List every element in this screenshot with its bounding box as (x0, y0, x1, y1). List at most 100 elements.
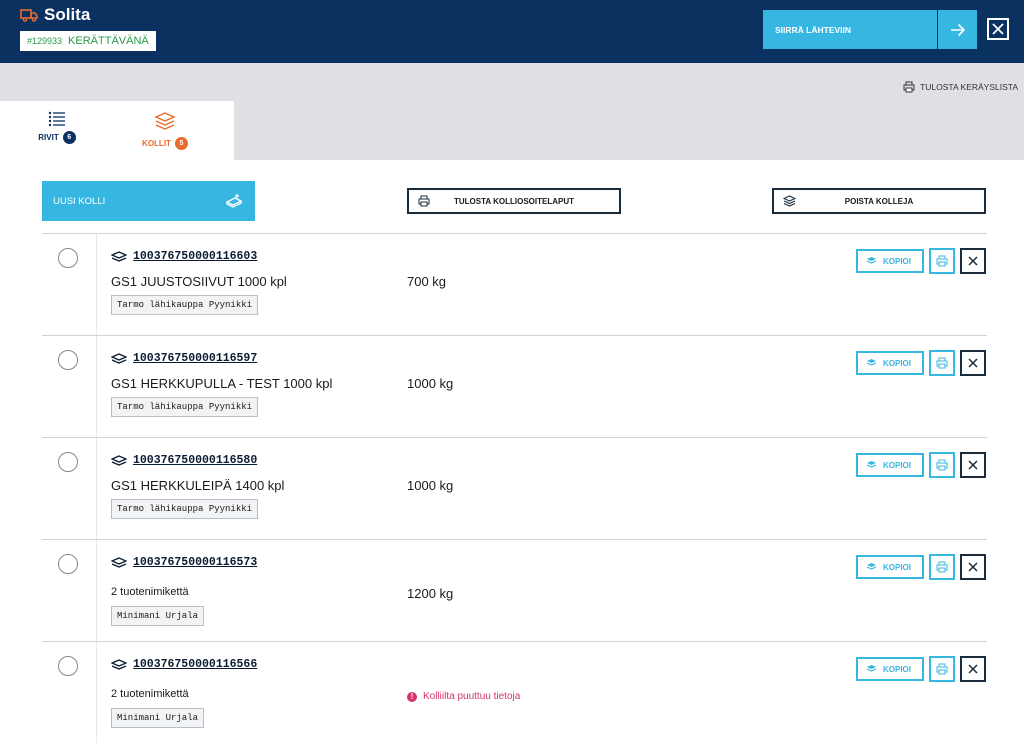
new-package-label: UUSI KOLLI (53, 195, 106, 207)
list-item: 100376750000116573 2 tuotenimikettä Mini… (42, 539, 987, 641)
delete-packages-button[interactable]: POISTA KOLLEJA (772, 188, 986, 214)
delete-button[interactable] (960, 452, 986, 478)
print-button[interactable] (929, 554, 955, 580)
recipient-tag: Minimani Urjala (111, 708, 205, 728)
arrow-right-button[interactable] (938, 10, 977, 49)
print-package-labels-button[interactable]: TULOSTA KOLLIOSOITELAPUT (407, 188, 621, 214)
tab-bar: RIVIT 6 KOLLIT 5 (0, 101, 234, 160)
delete-button[interactable] (960, 350, 986, 376)
print-button[interactable] (929, 248, 955, 274)
delete-button[interactable] (960, 248, 986, 274)
package-icon (111, 658, 127, 670)
delete-button[interactable] (960, 656, 986, 682)
print-package-labels-label: TULOSTA KOLLIOSOITELAPUT (454, 196, 574, 206)
move-to-outgoing-button[interactable]: SIIRRÄ LÄHTEVIIN (763, 10, 937, 49)
list-item: 100376750000116603 GS1 JUUSTOSIIVUT 1000… (42, 233, 987, 335)
product-name: 2 tuotenimikettä (111, 586, 189, 598)
close-button[interactable] (987, 18, 1009, 40)
list-item: 100376750000116597 GS1 HERKKUPULLA - TES… (42, 335, 987, 437)
package-icon (111, 454, 127, 466)
select-radio[interactable] (58, 656, 78, 676)
copy-button[interactable]: KOPIOI (856, 351, 924, 375)
new-package-button[interactable]: UUSI KOLLI (42, 181, 255, 221)
tab-band: TULOSTA KERÄYSLISTA RIVIT 6 KOLLIT 5 (0, 63, 1024, 160)
print-button[interactable] (929, 350, 955, 376)
tab-kollit-label: KOLLIT (142, 139, 171, 148)
brand-name: Solita (44, 5, 91, 24)
printer-icon (936, 663, 948, 675)
tab-kollit[interactable]: KOLLIT 5 (130, 111, 200, 150)
recipient-tag: Tarmo lähikauppa Pyynikki (111, 499, 259, 519)
tab-rivit[interactable]: RIVIT 6 (22, 111, 92, 144)
close-icon (968, 562, 978, 572)
printer-icon (903, 81, 915, 93)
warning-text: Kolliilta puuttuu tietoja (423, 691, 521, 702)
product-name: GS1 JUUSTOSIIVUT 1000 kpl (111, 274, 287, 289)
select-radio[interactable] (58, 554, 78, 574)
copy-label: KOPIOI (883, 358, 912, 368)
close-icon (968, 358, 978, 368)
missing-info-warning: ! Kolliilta puuttuu tietoja (407, 691, 520, 702)
printer-icon (936, 459, 948, 471)
package-weight: 1000 kg (407, 478, 454, 493)
printer-icon (936, 561, 948, 573)
print-button[interactable] (929, 452, 955, 478)
app-header: Solita #129933 KERÄTTÄVÄNÄ SIIRRÄ LÄHTEV… (0, 0, 1024, 63)
package-code-link[interactable]: 100376750000116566 (133, 658, 257, 671)
print-button[interactable] (929, 656, 955, 682)
product-name: GS1 HERKKULEIPÄ 1400 kpl (111, 478, 285, 493)
package-copy-icon (866, 461, 877, 468)
print-picking-list-label: TULOSTA KERÄYSLISTA (920, 82, 1018, 92)
delete-packages-label: POISTA KOLLEJA (844, 196, 914, 206)
package-copy-icon (866, 665, 877, 672)
brand: Solita (20, 5, 90, 25)
package-copy-icon (866, 359, 877, 366)
list-item: 100376750000116566 2 tuotenimikettä Mini… (42, 641, 987, 743)
tab-rivit-count: 6 (62, 131, 76, 144)
delete-button[interactable] (960, 554, 986, 580)
copy-button[interactable]: KOPIOI (856, 555, 924, 579)
close-icon (968, 460, 978, 470)
order-status: KERÄTTÄVÄNÄ (68, 35, 149, 47)
list-item: 100376750000116580 GS1 HERKKULEIPÄ 1400 … (42, 437, 987, 539)
copy-button[interactable]: KOPIOI (856, 249, 924, 273)
package-code-link[interactable]: 100376750000116580 (133, 454, 257, 467)
close-icon (992, 23, 1004, 35)
package-icon (111, 250, 127, 262)
close-icon (968, 256, 978, 266)
package-copy-icon (866, 257, 877, 264)
truck-icon (20, 9, 38, 22)
select-radio[interactable] (58, 350, 78, 370)
product-name: GS1 HERKKUPULLA - TEST 1000 kpl (111, 376, 333, 391)
copy-label: KOPIOI (883, 562, 912, 572)
copy-button[interactable]: KOPIOI (856, 453, 924, 477)
tab-kollit-count: 5 (174, 137, 188, 150)
select-radio[interactable] (58, 248, 78, 268)
copy-label: KOPIOI (883, 460, 912, 470)
package-icon (111, 556, 127, 568)
print-picking-list-button[interactable]: TULOSTA KERÄYSLISTA (903, 81, 1018, 93)
printer-icon (418, 195, 430, 207)
printer-icon (936, 357, 948, 369)
copy-label: KOPIOI (883, 664, 912, 674)
close-icon (968, 664, 978, 674)
recipient-tag: Tarmo lähikauppa Pyynikki (111, 397, 259, 417)
package-weight: 1200 kg (407, 586, 454, 601)
stacked-boxes-icon (154, 112, 176, 130)
order-status-badge: #129933 KERÄTTÄVÄNÄ (20, 31, 156, 51)
printer-icon (936, 255, 948, 267)
package-code-link[interactable]: 100376750000116573 (133, 556, 257, 569)
package-weight: 700 kg (407, 274, 447, 289)
recipient-tag: Tarmo lähikauppa Pyynikki (111, 295, 259, 315)
package-weight: 1000 kg (407, 376, 454, 391)
alert-icon: ! (407, 691, 417, 702)
arrow-right-icon (950, 23, 965, 36)
package-code-link[interactable]: 100376750000116603 (133, 250, 257, 263)
copy-button[interactable]: KOPIOI (856, 657, 924, 681)
delete-packages-icon (783, 195, 796, 207)
select-radio[interactable] (58, 452, 78, 472)
order-number: #129933 (27, 36, 63, 46)
package-code-link[interactable]: 100376750000116597 (133, 352, 257, 365)
product-name: 2 tuotenimikettä (111, 688, 189, 700)
copy-label: KOPIOI (883, 256, 912, 266)
